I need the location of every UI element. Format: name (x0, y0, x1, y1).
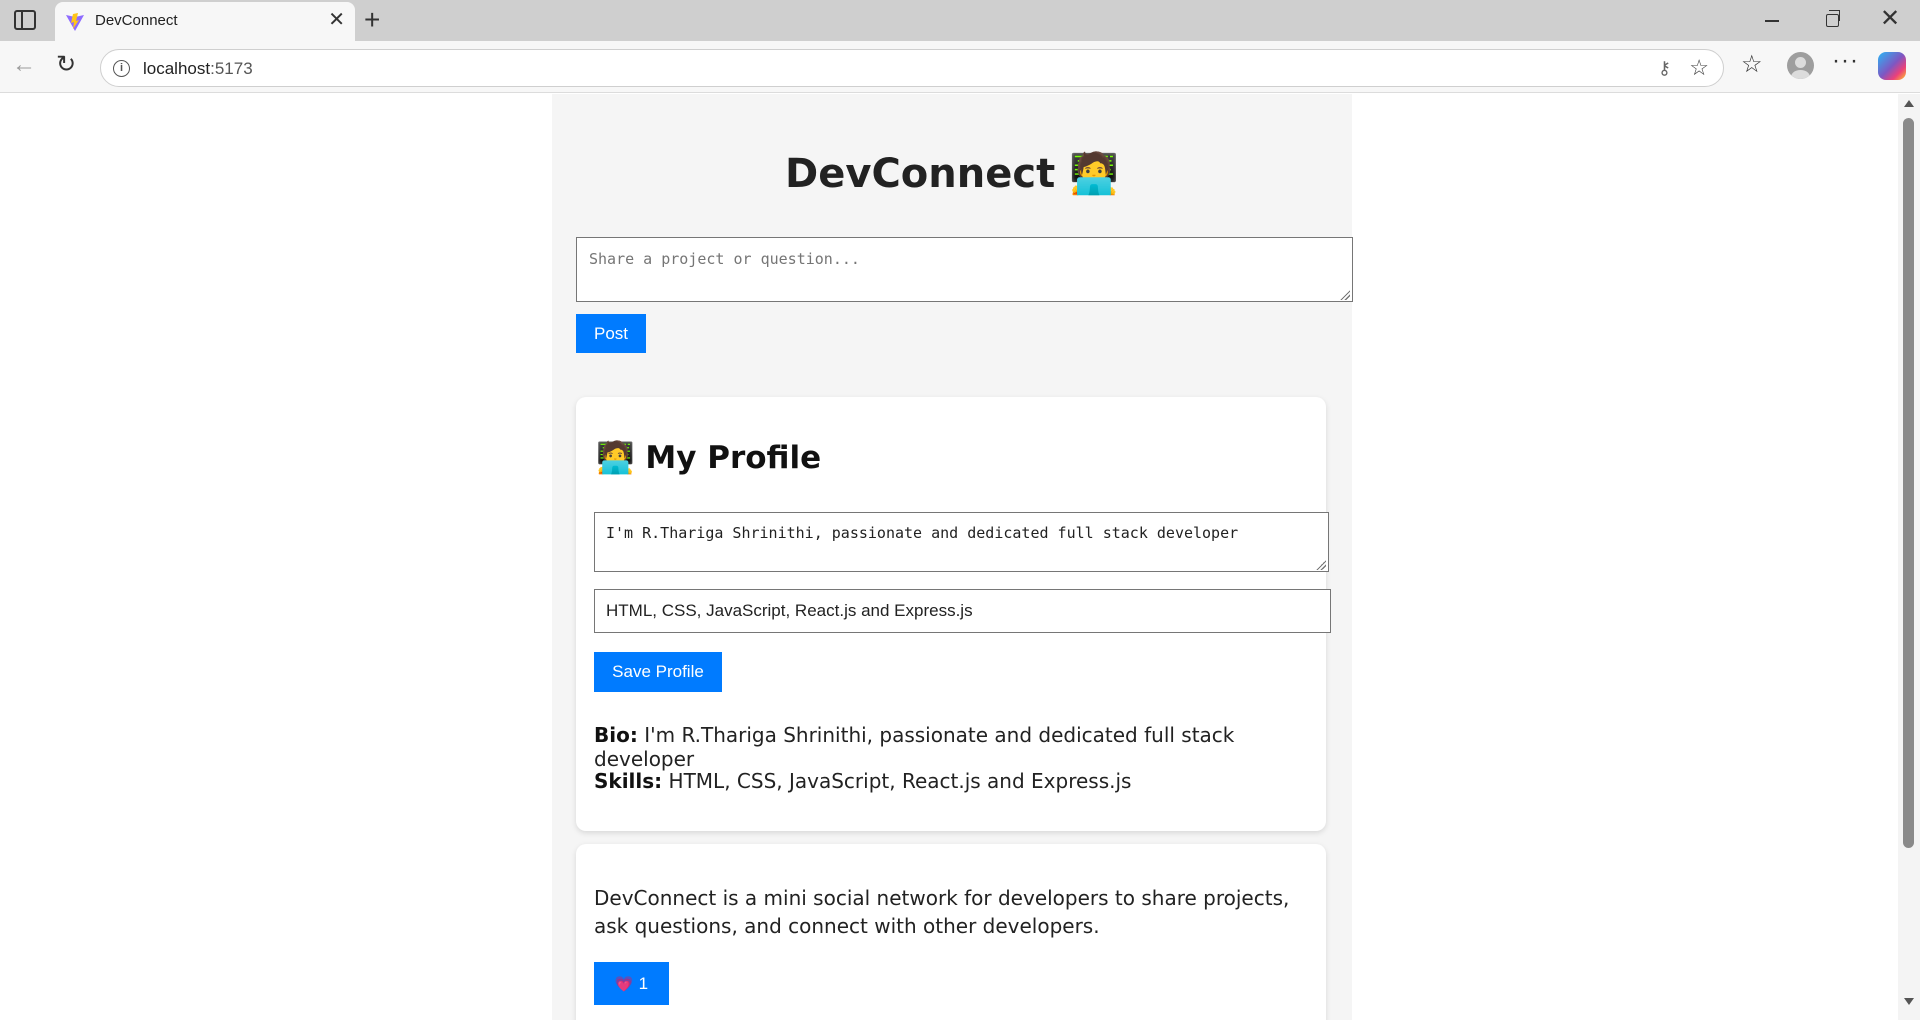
copilot-icon[interactable] (1878, 52, 1906, 80)
tab-close-icon[interactable]: ✕ (328, 9, 345, 31)
bio-input[interactable]: I'm R.Thariga Shrinithi, passionate and … (594, 512, 1329, 572)
address-bar[interactable]: i localhost:5173 ⚷ ☆ (100, 49, 1724, 87)
like-button[interactable]: 💗 1 (594, 962, 669, 1005)
window-close-icon[interactable]: ✕ (1880, 6, 1900, 32)
bio-text: I'm R.Thariga Shrinithi, passionate and … (594, 723, 1235, 771)
browser-toolbar: ← ↻ i localhost:5173 ⚷ ☆ ☆ ··· (0, 41, 1920, 93)
app-title: DevConnect 🧑‍💻 (785, 151, 1119, 197)
profile-avatar-icon[interactable] (1787, 52, 1814, 79)
post-card: DevConnect is a mini social network for … (576, 844, 1326, 1020)
favorite-star-icon[interactable]: ☆ (1689, 55, 1709, 81)
vite-logo-icon (66, 13, 84, 31)
skills-label: Skills: (594, 769, 663, 793)
minimize-icon[interactable] (1765, 20, 1779, 22)
new-tab-icon[interactable]: + (364, 5, 380, 35)
reload-icon[interactable]: ↻ (56, 50, 76, 79)
key-icon[interactable]: ⚷ (1658, 58, 1671, 79)
skills-display: Skills: HTML, CSS, JavaScript, React.js … (594, 769, 1131, 793)
resize-grip-icon[interactable] (1340, 290, 1350, 300)
heart-icon: 💗 (614, 975, 634, 993)
bio-label: Bio: (594, 723, 638, 747)
scroll-down-arrow-icon[interactable] (1904, 998, 1914, 1005)
profile-card: 🧑‍💻 My Profile I'm R.Thariga Shrinithi, … (576, 397, 1331, 831)
skills-text: HTML, CSS, JavaScript, React.js and Expr… (668, 769, 1132, 793)
bio-display: Bio: I'm R.Thariga Shrinithi, passionate… (594, 723, 1326, 771)
vertical-scrollbar[interactable] (1898, 94, 1920, 1020)
tab-title: DevConnect (95, 12, 178, 29)
scroll-thumb[interactable] (1903, 118, 1914, 848)
like-count: 1 (638, 973, 649, 993)
resize-grip-icon[interactable] (1316, 560, 1326, 570)
sidebar-toggle-icon[interactable] (14, 10, 36, 30)
site-info-icon[interactable]: i (113, 60, 130, 77)
favorites-icon[interactable]: ☆ (1741, 50, 1763, 79)
app-container: DevConnect 🧑‍💻 Post 🧑‍💻 My Profile I'm R… (552, 94, 1353, 1020)
browser-tab-bar: DevConnect ✕ + ✕ (0, 0, 1920, 41)
url-host: localhost (143, 59, 211, 78)
restore-icon[interactable] (1826, 10, 1840, 27)
post-input[interactable] (576, 237, 1353, 302)
post-button[interactable]: Post (576, 314, 646, 353)
post-text: DevConnect is a mini social network for … (594, 886, 1290, 938)
skills-input[interactable] (594, 589, 1331, 633)
browser-tab[interactable]: DevConnect ✕ (55, 2, 355, 41)
save-profile-button[interactable]: Save Profile (594, 652, 722, 692)
back-arrow-icon[interactable]: ← (12, 51, 36, 79)
url-port: :5173 (210, 59, 253, 78)
url-text[interactable]: localhost:5173 (143, 59, 253, 79)
page-viewport: DevConnect 🧑‍💻 Post 🧑‍💻 My Profile I'm R… (5, 94, 1898, 1020)
more-options-icon[interactable]: ··· (1832, 47, 1859, 75)
scroll-up-arrow-icon[interactable] (1904, 100, 1914, 107)
profile-heading: 🧑‍💻 My Profile (596, 440, 822, 476)
